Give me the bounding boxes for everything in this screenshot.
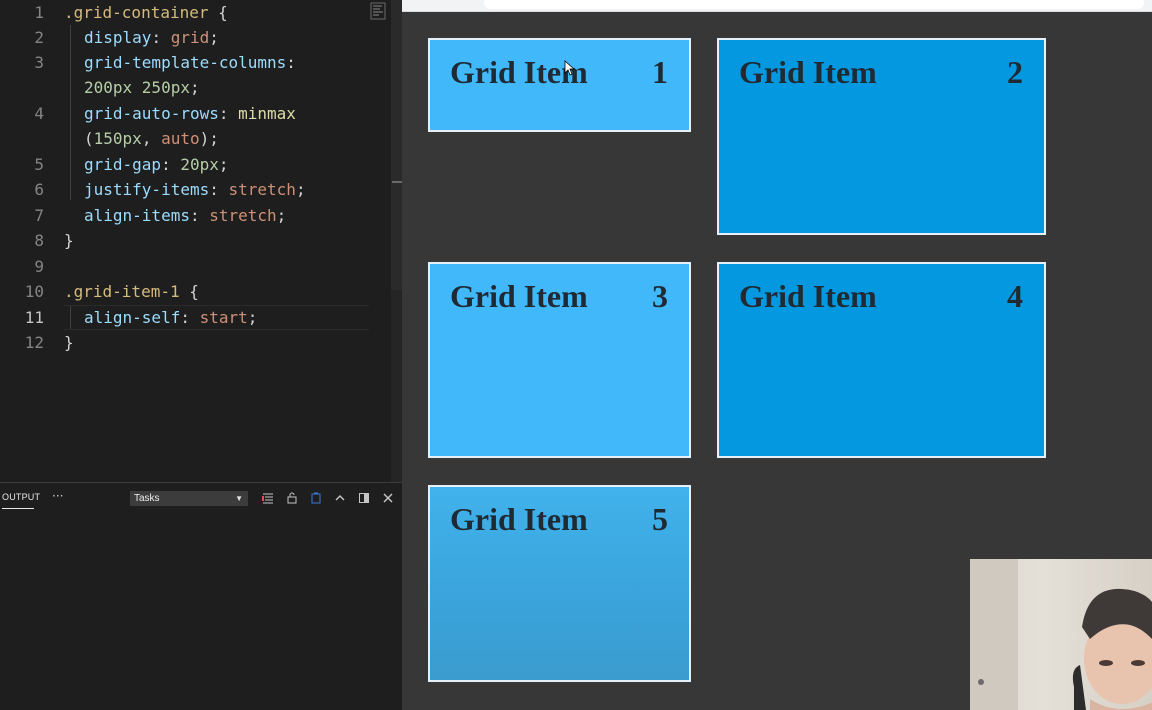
line-number: 11	[24, 308, 44, 327]
code-line[interactable]: 3 grid-template-columns:	[0, 50, 391, 75]
grid-item-3: Grid Item 3	[428, 262, 691, 458]
code-text: grid-auto-rows: minmax	[84, 104, 296, 123]
grid-item-4: Grid Item 4	[717, 262, 1046, 458]
grid-item-label: Grid Item	[739, 54, 877, 90]
webcam-overlay	[970, 559, 1152, 710]
grid-item-number: 1	[652, 54, 668, 90]
grid-item-1: Grid Item 1	[428, 38, 691, 132]
line-number: 5	[34, 155, 44, 174]
code-text: (150px, auto);	[84, 129, 219, 148]
maximize-panel-icon[interactable]	[334, 492, 346, 504]
grid-item-label: Grid Item	[450, 501, 588, 537]
mouse-cursor-icon	[564, 60, 574, 76]
code-text: }	[64, 231, 74, 250]
editor-scrollbar-thumb[interactable]	[391, 0, 402, 290]
presenter-video-frame	[970, 559, 1152, 710]
line-number: 2	[34, 28, 44, 47]
code-text: .grid-item-1 {	[64, 282, 199, 301]
active-tab-underline	[2, 508, 34, 509]
output-channel-select[interactable]: Tasks ▼	[130, 491, 248, 506]
grid-item-number: 3	[652, 278, 668, 314]
toggle-layout-icon[interactable]	[358, 492, 370, 504]
line-number: 10	[24, 282, 44, 301]
more-actions-icon[interactable]: ···	[52, 489, 63, 503]
panel-tab-output[interactable]: OUTPUT	[2, 492, 40, 502]
line-number: 8	[34, 231, 44, 250]
chevron-down-icon: ▼	[235, 494, 243, 503]
code-line[interactable]: 8 }	[0, 228, 391, 253]
code-line[interactable]: 12 }	[0, 330, 391, 355]
line-number: 6	[34, 180, 44, 199]
code-line-active[interactable]: 11 align-self: start;	[0, 305, 391, 330]
grid-item-label: Grid Item	[739, 278, 877, 314]
grid-item-number: 2	[1007, 54, 1023, 90]
code-text: align-items: stretch;	[84, 206, 287, 225]
output-channel-value: Tasks	[134, 493, 160, 504]
line-number: 7	[34, 206, 44, 225]
code-text: display: grid;	[84, 28, 219, 47]
code-line[interactable]: 2 display: grid;	[0, 25, 391, 50]
close-panel-icon[interactable]	[382, 492, 394, 504]
code-line-wrap[interactable]: (150px, auto);	[0, 126, 391, 151]
browser-toolbar	[402, 0, 1152, 12]
code-line[interactable]: 6 justify-items: stretch;	[0, 177, 391, 202]
grid-item-number: 5	[652, 501, 668, 537]
code-line[interactable]: 9	[0, 254, 391, 279]
lock-scroll-icon[interactable]	[286, 492, 298, 504]
grid-item-5: Grid Item 5	[428, 485, 691, 682]
line-number: 9	[34, 257, 44, 276]
scrollbar-cursor-marker	[392, 181, 402, 183]
code-line[interactable]: 4 grid-auto-rows: minmax	[0, 101, 391, 126]
open-log-icon[interactable]	[310, 492, 322, 504]
line-number: 12	[24, 333, 44, 352]
grid-item-number: 4	[1007, 278, 1023, 314]
code-text: align-self: start;	[84, 308, 258, 327]
code-line[interactable]: 7 align-items: stretch;	[0, 203, 391, 228]
minimap-icon[interactable]	[370, 2, 386, 20]
code-line[interactable]: 10 .grid-item-1 {	[0, 279, 391, 304]
code-editor[interactable]: 1 .grid-container { 2 display: grid; 3 g…	[0, 0, 391, 482]
output-panel: OUTPUT ··· Tasks ▼	[0, 482, 402, 710]
code-line[interactable]: 5 grid-gap: 20px;	[0, 152, 391, 177]
address-bar[interactable]	[484, 0, 1144, 9]
grid-item-2: Grid Item 2	[717, 38, 1046, 235]
code-text: 200px 250px;	[84, 78, 200, 97]
code-line[interactable]: 1 .grid-container {	[0, 0, 391, 25]
code-line-wrap[interactable]: 200px 250px;	[0, 75, 391, 100]
code-text: }	[64, 333, 74, 352]
line-number: 1	[34, 3, 44, 22]
line-number: 3	[34, 53, 44, 72]
clear-output-icon[interactable]	[262, 492, 274, 504]
grid-item-label: Grid Item	[450, 278, 588, 314]
code-text: .grid-container {	[64, 3, 228, 22]
code-text: grid-gap: 20px;	[84, 155, 229, 174]
line-number: 4	[34, 104, 44, 123]
code-text: justify-items: stretch;	[84, 180, 306, 199]
code-text: grid-template-columns:	[84, 53, 296, 72]
